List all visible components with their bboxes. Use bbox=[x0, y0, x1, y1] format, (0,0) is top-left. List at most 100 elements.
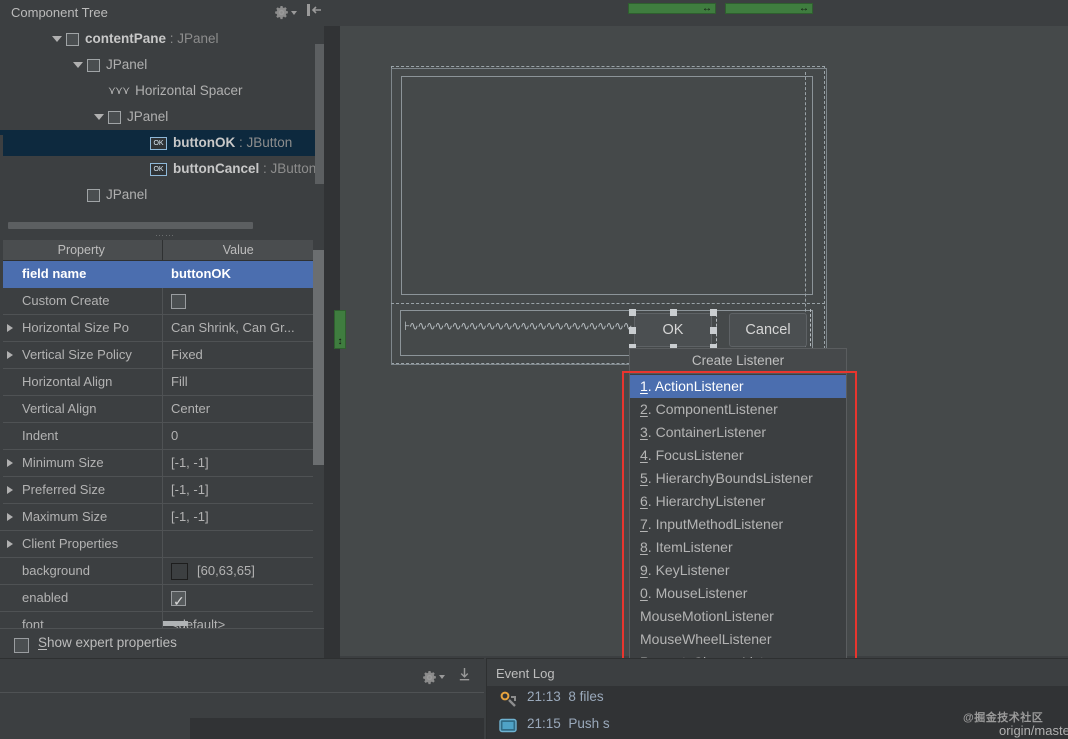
property-row[interactable]: Client Properties bbox=[0, 531, 313, 558]
color-swatch[interactable] bbox=[171, 562, 188, 580]
tree-horizontal-scrollbar[interactable] bbox=[8, 222, 253, 229]
row-resize-bar[interactable]: ↕ bbox=[334, 310, 346, 349]
selection-handle-e[interactable] bbox=[710, 326, 717, 334]
property-checkbox[interactable] bbox=[171, 293, 186, 309]
menu-item-mnemonic: 8 bbox=[640, 539, 648, 555]
property-row[interactable]: enabled bbox=[0, 585, 313, 612]
hide-panel-icon[interactable] bbox=[306, 3, 322, 22]
listener-menu-item-mousewheellistener[interactable]: MouseWheelListener bbox=[630, 628, 846, 651]
listener-menu-item-mouselistener[interactable]: 0. MouseListener bbox=[630, 582, 846, 605]
menu-item-label: FocusListener bbox=[655, 447, 744, 463]
property-row[interactable]: Custom Create bbox=[0, 288, 313, 315]
listener-menu-item-inputmethodlistener[interactable]: 7. InputMethodListener bbox=[630, 513, 846, 536]
listener-menu-item-containerlistener[interactable]: 3. ContainerListener bbox=[630, 421, 846, 444]
tree-row-contentpane[interactable]: contentPane : JPanel bbox=[0, 26, 330, 52]
tree-row-buttonok[interactable]: OK buttonOK : JButton bbox=[0, 130, 330, 156]
property-value-cell[interactable]: [-1, -1] bbox=[163, 450, 313, 476]
property-row[interactable]: Minimum Size [-1, -1] bbox=[0, 450, 313, 477]
chevron-down-icon[interactable] bbox=[73, 62, 83, 69]
vcs-branch-label[interactable]: origin/master bbox=[999, 723, 1068, 738]
property-vertical-scrollbar[interactable] bbox=[313, 240, 324, 625]
listener-menu-item-hierarchyboundslistener[interactable]: 5. HierarchyBoundsListener bbox=[630, 467, 846, 490]
selection-handle-n[interactable] bbox=[669, 309, 677, 316]
listener-menu-item-focuslistener[interactable]: 4. FocusListener bbox=[630, 444, 846, 467]
component-tree-rows[interactable]: contentPane : JPanel JPanel ⋎⋎⋎ Horizontal … bbox=[0, 26, 330, 228]
property-value-cell[interactable]: [-1, -1] bbox=[163, 504, 313, 530]
property-value-cell[interactable]: [-1, -1] bbox=[163, 477, 313, 503]
selection-handle-nw[interactable] bbox=[629, 309, 636, 316]
listener-menu-item-itemlistener[interactable]: 8. ItemListener bbox=[630, 536, 846, 559]
tree-node-type: : JButton bbox=[259, 161, 317, 176]
property-value-cell[interactable]: 0 bbox=[163, 423, 313, 449]
panel-node-icon bbox=[108, 110, 121, 124]
property-row[interactable]: Vertical Size Policy Fixed bbox=[0, 342, 313, 369]
listener-menu-item-actionlistener[interactable]: 1. ActionListener bbox=[630, 375, 846, 398]
gear-icon[interactable] bbox=[422, 670, 445, 685]
export-icon[interactable] bbox=[457, 667, 472, 687]
chevron-right-icon[interactable] bbox=[7, 486, 13, 494]
chevron-down-icon[interactable] bbox=[52, 36, 62, 43]
tree-row-buttoncancel[interactable]: OK buttonCancel : JButton bbox=[0, 156, 330, 182]
tree-row-jpanel[interactable]: JPanel bbox=[0, 52, 330, 78]
tree-property-splitter[interactable]: ⋯⋯ bbox=[0, 230, 330, 240]
property-value-cell[interactable]: Fixed bbox=[163, 342, 313, 368]
listener-menu-item-keylistener[interactable]: 9. KeyListener bbox=[630, 559, 846, 582]
property-rows[interactable]: field name buttonOK Custom Create Horizonta… bbox=[0, 261, 313, 639]
chevron-right-icon[interactable] bbox=[7, 324, 13, 332]
property-value-cell[interactable]: [60,63,65] bbox=[163, 558, 313, 584]
chevron-right-icon[interactable] bbox=[7, 540, 13, 548]
tree-vertical-scrollbar[interactable] bbox=[315, 44, 324, 184]
menu-item-mnemonic: 3 bbox=[640, 424, 648, 440]
property-name-label: Horizontal Align bbox=[22, 374, 113, 389]
component-tree-toolbar bbox=[274, 3, 322, 22]
property-value-cell[interactable]: Can Shrink, Can Gr... bbox=[163, 315, 313, 341]
property-row[interactable]: Maximum Size [-1, -1] bbox=[0, 504, 313, 531]
chevron-right-icon[interactable] bbox=[7, 351, 13, 359]
horizontal-spacer-glyph: ⊦∿∿∿∿∿∿∿∿∿∿∿∿∿∿∿∿∿∿∿∿∿∿∿∿∿∿∿∿∿∿∿∿∿∿∿∿∿∿∿… bbox=[404, 319, 632, 333]
property-value-cell[interactable] bbox=[163, 585, 313, 611]
property-row[interactable]: Indent 0 bbox=[0, 423, 313, 450]
selection-handle-ne[interactable] bbox=[710, 309, 717, 316]
event-log-title: Event Log bbox=[496, 666, 555, 681]
listener-menu-item-componentlistener[interactable]: 2. ComponentListener bbox=[630, 398, 846, 421]
gear-icon[interactable] bbox=[274, 5, 297, 20]
form-button-ok[interactable]: OK bbox=[634, 313, 712, 347]
chevron-down-icon[interactable] bbox=[291, 10, 297, 15]
property-row[interactable]: Vertical Align Center bbox=[0, 396, 313, 423]
chevron-down-icon[interactable] bbox=[94, 114, 104, 121]
show-expert-properties-checkbox[interactable] bbox=[14, 638, 29, 653]
build-wrench-icon bbox=[499, 690, 517, 708]
tree-row-horizontal spacer[interactable]: ⋎⋎⋎ Horizontal Spacer bbox=[0, 78, 330, 104]
property-value-label: [60,63,65] bbox=[197, 563, 255, 578]
chevron-right-icon[interactable] bbox=[7, 459, 13, 467]
selection-handle-w[interactable] bbox=[629, 326, 636, 334]
value-column-header: Value bbox=[222, 243, 254, 257]
property-checkbox-checked[interactable] bbox=[171, 588, 186, 611]
property-name-cell: Preferred Size bbox=[0, 477, 163, 503]
chevron-right-icon[interactable] bbox=[7, 513, 13, 521]
form-content-panel[interactable] bbox=[401, 76, 813, 295]
property-row[interactable]: Horizontal Align Fill bbox=[0, 369, 313, 396]
listener-menu-item-mousemotionlistener[interactable]: MouseMotionListener bbox=[630, 605, 846, 628]
property-value-cell[interactable]: Center bbox=[163, 396, 313, 422]
menu-item-mnemonic-dot: . bbox=[647, 378, 655, 394]
expert-label-rest: how expert properties bbox=[47, 635, 177, 650]
property-value-cell[interactable]: Fill bbox=[163, 369, 313, 395]
property-value-label: 0 bbox=[171, 428, 179, 443]
property-row[interactable]: field name buttonOK bbox=[0, 261, 313, 288]
column-resize-bar-1[interactable]: ↔ bbox=[628, 3, 716, 14]
column-resize-bar-2[interactable]: ↔ bbox=[725, 3, 813, 14]
tree-row-jpanel[interactable]: JPanel bbox=[0, 104, 330, 130]
tree-row-jpanel[interactable]: JPanel bbox=[0, 182, 330, 208]
property-value-cell[interactable] bbox=[163, 531, 313, 557]
property-value-cell[interactable]: buttonOK bbox=[163, 261, 313, 287]
property-row[interactable]: Horizontal Size Po Can Shrink, Can Gr... bbox=[0, 315, 313, 342]
property-row[interactable]: background [60,63,65] bbox=[0, 558, 313, 585]
property-row[interactable]: Preferred Size [-1, -1] bbox=[0, 477, 313, 504]
chevron-down-icon[interactable] bbox=[439, 675, 445, 679]
property-value-cell[interactable] bbox=[163, 288, 313, 314]
show-expert-properties-row[interactable]: Show expert properties bbox=[0, 628, 324, 659]
listener-menu-item-hierarchylistener[interactable]: 6. HierarchyListener bbox=[630, 490, 846, 513]
property-scrollbar-thumb[interactable] bbox=[313, 250, 324, 465]
form-button-cancel[interactable]: Cancel bbox=[729, 313, 807, 347]
